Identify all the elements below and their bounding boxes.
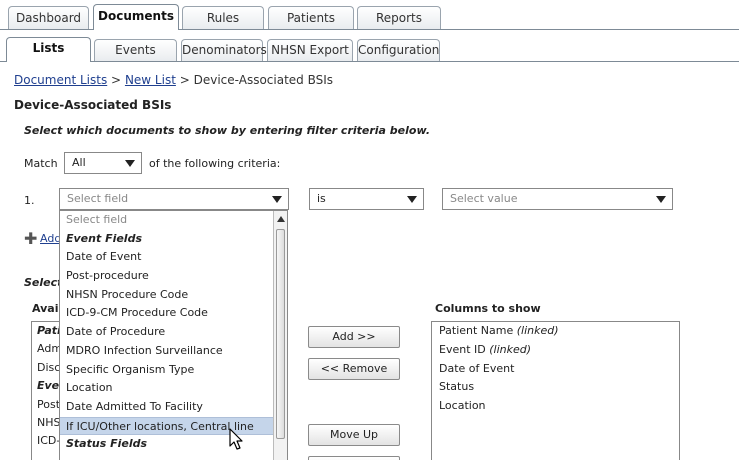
list-item[interactable]: Status <box>432 378 679 397</box>
field-select[interactable]: Select field <box>59 188 289 210</box>
column-name: Event ID <box>439 342 486 356</box>
breadcrumb-current: Device-Associated BSIs <box>193 73 334 87</box>
scroll-up-arrow-icon[interactable] <box>275 212 286 225</box>
match-suffix: of the following criteria: <box>149 157 281 170</box>
subtab-denominators[interactable]: Denominators <box>181 39 267 61</box>
dropdown-option[interactable]: NHSN Procedure Code <box>60 286 287 305</box>
mouse-pointer-icon <box>229 428 243 450</box>
tab-reports[interactable]: Reports <box>357 6 441 29</box>
subtab-nhsn-export[interactable]: NHSN Export <box>267 39 353 61</box>
dropdown-group-event-fields: Event Fields <box>66 231 143 245</box>
dropdown-group-status-fields: Status Fields <box>66 437 148 451</box>
breadcrumb: Document Lists > New List > Device-Assoc… <box>14 73 333 87</box>
value-select[interactable]: Select value <box>442 188 673 210</box>
tab-rules[interactable]: Rules <box>182 6 264 29</box>
subtab-lists[interactable]: Lists <box>6 37 91 62</box>
operator-select-value: is <box>317 192 326 205</box>
dropdown-option[interactable]: Date of Procedure <box>60 323 287 342</box>
column-name: Location <box>439 399 486 413</box>
dropdown-scrollbar[interactable] <box>273 211 287 460</box>
tab-documents[interactable]: Documents <box>93 4 179 30</box>
tab-dashboard[interactable]: Dashboard <box>8 6 89 29</box>
subtab-events[interactable]: Events <box>94 39 177 61</box>
move-up-button[interactable]: Move Up <box>308 424 400 446</box>
columns-to-show-list[interactable]: Patient Name (linked) Event ID (linked) … <box>431 321 680 460</box>
list-item[interactable]: Date of Event <box>432 360 679 379</box>
dropdown-option[interactable]: Date Admitted To Facility <box>60 398 287 417</box>
available-columns-label: Avail <box>32 302 63 315</box>
breadcrumb-document-lists[interactable]: Document Lists <box>14 73 107 87</box>
sub-tab-bar: Lists Events Denominators NHSN Export Co… <box>0 37 739 62</box>
dropdown-option[interactable]: MDRO Infection Surveillance <box>60 342 287 361</box>
dropdown-option[interactable]: Post-procedure <box>60 267 287 286</box>
sub-tab-bar-divider <box>0 61 739 62</box>
remove-column-button[interactable]: << Remove <box>308 358 400 380</box>
list-item[interactable]: Patient Name (linked) <box>432 322 679 341</box>
scrollbar-thumb[interactable] <box>276 229 285 439</box>
dropdown-option[interactable]: Specific Organism Type <box>60 361 287 380</box>
column-name: Date of Event <box>439 361 515 375</box>
breadcrumb-separator: > <box>111 73 122 87</box>
dropdown-option[interactable]: ICD-9-CM Procedure Code <box>60 304 287 323</box>
list-item[interactable]: Location <box>432 397 679 416</box>
chevron-down-icon <box>125 160 135 167</box>
filter-instruction: Select which documents to show by enteri… <box>24 124 431 137</box>
field-select-placeholder: Select field <box>67 192 129 205</box>
chevron-down-icon <box>272 196 282 203</box>
column-note: (linked) <box>516 324 559 337</box>
move-down-button[interactable] <box>308 456 400 460</box>
chevron-down-icon <box>656 196 666 203</box>
match-label: Match <box>24 157 58 170</box>
chevron-down-icon <box>407 196 417 203</box>
plus-icon: ✚ <box>24 229 38 248</box>
match-select[interactable]: All <box>64 152 142 174</box>
field-dropdown-list[interactable]: Select field Event Fields Date of Event … <box>59 210 288 460</box>
top-tab-bar: Dashboard Documents Rules Patients Repor… <box>0 4 739 30</box>
column-note: (linked) <box>489 342 532 356</box>
dropdown-option-placeholder[interactable]: Select field <box>60 211 287 230</box>
dropdown-option[interactable]: Date of Event <box>60 248 287 267</box>
operator-select[interactable]: is <box>309 188 424 210</box>
list-item[interactable]: Event ID (linked) <box>432 341 679 360</box>
tab-patients[interactable]: Patients <box>268 6 354 29</box>
value-select-placeholder: Select value <box>450 192 518 205</box>
columns-to-show-label: Columns to show <box>435 302 541 315</box>
breadcrumb-new-list[interactable]: New List <box>125 73 176 87</box>
match-select-value: All <box>72 156 86 169</box>
column-name: Patient Name <box>439 324 514 337</box>
subtab-configuration[interactable]: Configuration <box>357 39 440 61</box>
criteria-number: 1. <box>24 194 35 207</box>
dropdown-option[interactable]: Location <box>60 379 287 398</box>
dropdown-option-highlighted[interactable]: If ICU/Other locations, Central line <box>60 416 287 436</box>
page-title: Device-Associated BSIs <box>14 98 172 112</box>
column-name: Status <box>439 380 475 394</box>
add-column-button[interactable]: Add >> <box>308 326 400 348</box>
breadcrumb-separator: > <box>179 73 190 87</box>
